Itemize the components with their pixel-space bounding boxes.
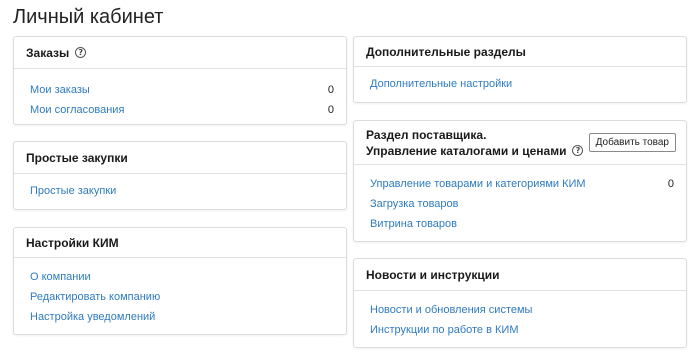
simple-purchases-link[interactable]: Простые закупки	[30, 185, 116, 197]
question-circle-icon[interactable]: ?	[75, 47, 87, 58]
orders-card-header: Заказы ?	[14, 37, 346, 69]
page-title: Личный кабинет	[13, 6, 164, 28]
manage-products-count: 0	[667, 178, 674, 190]
my-approvals-link[interactable]: Мои согласования	[30, 104, 124, 116]
supplier-card: Раздел поставщика. Управление каталогами…	[353, 120, 687, 242]
news-card: Новости и инструкции Новости и обновлени…	[353, 258, 687, 348]
upload-products-link[interactable]: Загрузка товаров	[370, 198, 459, 210]
add-product-button[interactable]: Добавить товар	[588, 133, 676, 152]
news-card-header: Новости и инструкции	[354, 259, 686, 291]
list-item: Инструкции по работе в КИМ	[370, 320, 674, 340]
product-showcase-link[interactable]: Витрина товаров	[370, 218, 457, 230]
notification-settings-link[interactable]: Настройка уведомлений	[30, 311, 155, 323]
manage-products-link[interactable]: Управление товарами и категориями КИМ	[370, 178, 586, 190]
my-orders-link[interactable]: Мои заказы	[30, 84, 90, 96]
supplier-card-title-line1: Раздел поставщика.	[366, 127, 487, 142]
about-company-link[interactable]: О компании	[30, 271, 91, 283]
extra-sections-card-title: Дополнительные разделы	[366, 44, 526, 59]
extra-sections-card-header: Дополнительные разделы	[354, 37, 686, 67]
supplier-card-title: Раздел поставщика. Управление каталогами…	[366, 127, 584, 159]
kim-settings-card-header: Настройки КИМ	[14, 228, 346, 258]
system-news-link[interactable]: Новости и обновления системы	[370, 304, 532, 316]
my-approvals-count: 0	[327, 104, 334, 116]
list-item: Мои согласования 0	[30, 100, 334, 120]
kim-settings-card-title: Настройки КИМ	[26, 235, 119, 250]
simple-purchases-card-header: Простые закупки	[14, 142, 346, 174]
list-item: Простые закупки	[30, 181, 334, 201]
list-item: Управление товарами и категориями КИМ 0	[370, 174, 674, 194]
kim-settings-card: Настройки КИМ О компании Редактировать к…	[13, 227, 347, 335]
supplier-card-header: Раздел поставщика. Управление каталогами…	[354, 121, 686, 165]
extra-settings-link[interactable]: Дополнительные настройки	[370, 78, 512, 90]
list-item: Мои заказы 0	[30, 80, 334, 100]
edit-company-link[interactable]: Редактировать компанию	[30, 291, 160, 303]
list-item: Дополнительные настройки	[370, 74, 674, 94]
orders-card: Заказы ? Мои заказы 0 Мои согласования 0	[13, 36, 347, 125]
orders-card-title: Заказы	[26, 45, 70, 60]
kim-instructions-link[interactable]: Инструкции по работе в КИМ	[370, 324, 518, 336]
simple-purchases-card-title: Простые закупки	[26, 150, 128, 165]
extra-sections-card: Дополнительные разделы Дополнительные на…	[353, 36, 687, 103]
supplier-card-title-line2: Управление каталогами и ценами	[366, 143, 567, 158]
question-circle-icon[interactable]: ?	[572, 145, 584, 156]
list-item: Загрузка товаров	[370, 194, 674, 214]
news-card-title: Новости и инструкции	[366, 267, 500, 282]
list-item: Редактировать компанию	[30, 287, 334, 307]
list-item: Настройка уведомлений	[30, 307, 334, 327]
my-orders-count: 0	[327, 84, 334, 96]
simple-purchases-card: Простые закупки Простые закупки	[13, 141, 347, 210]
list-item: О компании	[30, 267, 334, 287]
list-item: Новости и обновления системы	[370, 300, 674, 320]
list-item: Витрина товаров	[370, 214, 674, 234]
